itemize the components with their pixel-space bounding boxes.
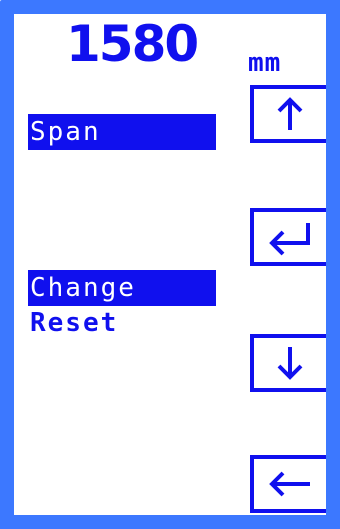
- arrow-up-icon: [277, 97, 303, 130]
- menu-item-change[interactable]: Change: [28, 270, 216, 306]
- menu-item-reset[interactable]: Reset: [28, 305, 178, 341]
- enter-icon: [269, 223, 310, 256]
- arrow-left-icon: [269, 471, 310, 497]
- enter-button[interactable]: [250, 208, 326, 266]
- unit-label: mm: [248, 48, 282, 78]
- up-button[interactable]: [250, 85, 326, 143]
- measurement-value: 1580: [66, 15, 199, 73]
- back-button[interactable]: [250, 455, 326, 513]
- menu-item-span[interactable]: Span: [28, 114, 216, 150]
- arrow-down-icon: [277, 347, 303, 380]
- down-button[interactable]: [250, 334, 326, 392]
